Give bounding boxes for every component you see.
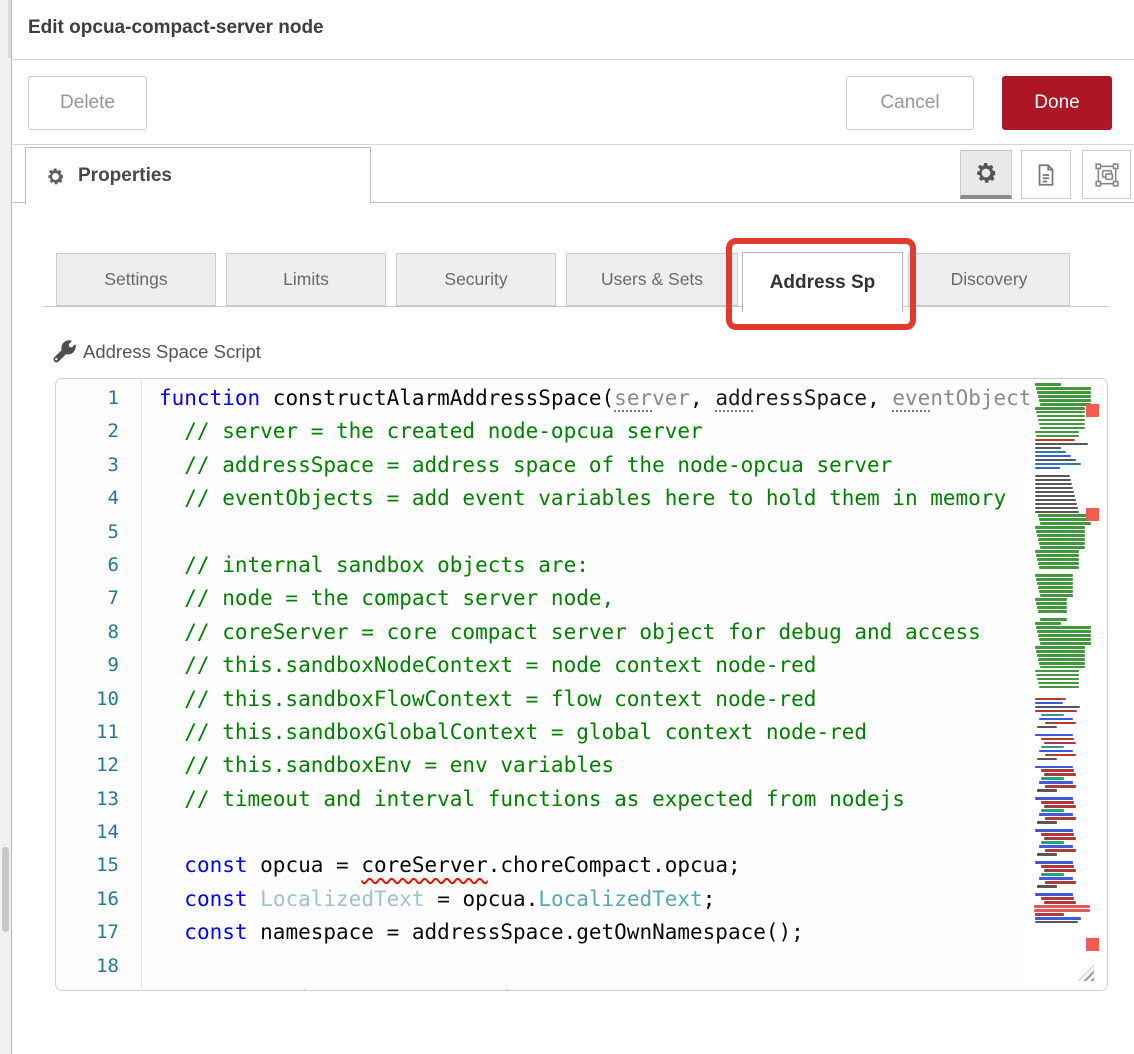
code-area[interactable]: function constructAlarmAddressSpace(serv… [159, 382, 1107, 991]
error-marker[interactable] [1086, 938, 1099, 951]
section-label: Address Space Script [83, 341, 261, 363]
section-header: Address Space Script [53, 340, 261, 363]
edit-properties-button[interactable] [960, 150, 1012, 199]
tab-properties[interactable]: Properties [25, 147, 371, 204]
gear-icon [45, 166, 66, 187]
edit-node-dialog: Edit opcua-compact-server node Delete Ca… [0, 0, 1134, 1054]
cancel-button[interactable]: Cancel [846, 76, 974, 130]
document-icon [1033, 162, 1059, 188]
wrench-icon [53, 340, 76, 363]
gutter-divider [141, 380, 142, 989]
gear-icon [973, 160, 999, 186]
dialog-title: Edit opcua-compact-server node [28, 17, 324, 39]
workspace-edge-mark [8, 0, 11, 58]
minimap[interactable] [1029, 379, 1108, 990]
delete-button[interactable]: Delete [28, 76, 147, 130]
error-marker[interactable] [1086, 404, 1099, 417]
code-editor[interactable]: 12345678910111213141516171819 function c… [55, 378, 1108, 991]
workspace-scrollbar-thumb[interactable] [2, 847, 9, 932]
subtab-row-divider [43, 306, 1109, 307]
tab-settings[interactable]: Settings [56, 253, 216, 306]
appearance-icon [1094, 162, 1120, 188]
tab-limits[interactable]: Limits [226, 253, 386, 306]
tab-address-sp[interactable]: Address Sp [742, 252, 903, 312]
error-marker[interactable] [1086, 508, 1099, 521]
line-numbers: 12345678910111213141516171819 [56, 382, 141, 991]
toolbar-divider [13, 144, 1134, 145]
properties-tab-label: Properties [78, 165, 172, 187]
tab-users-sets[interactable]: Users & Sets [566, 253, 738, 306]
tab-discovery[interactable]: Discovery [908, 253, 1070, 306]
done-button[interactable]: Done [1002, 76, 1112, 130]
header-divider [13, 59, 1134, 60]
edit-appearance-button[interactable] [1082, 150, 1131, 199]
edit-description-button[interactable] [1021, 150, 1071, 199]
tab-security[interactable]: Security [396, 253, 556, 306]
